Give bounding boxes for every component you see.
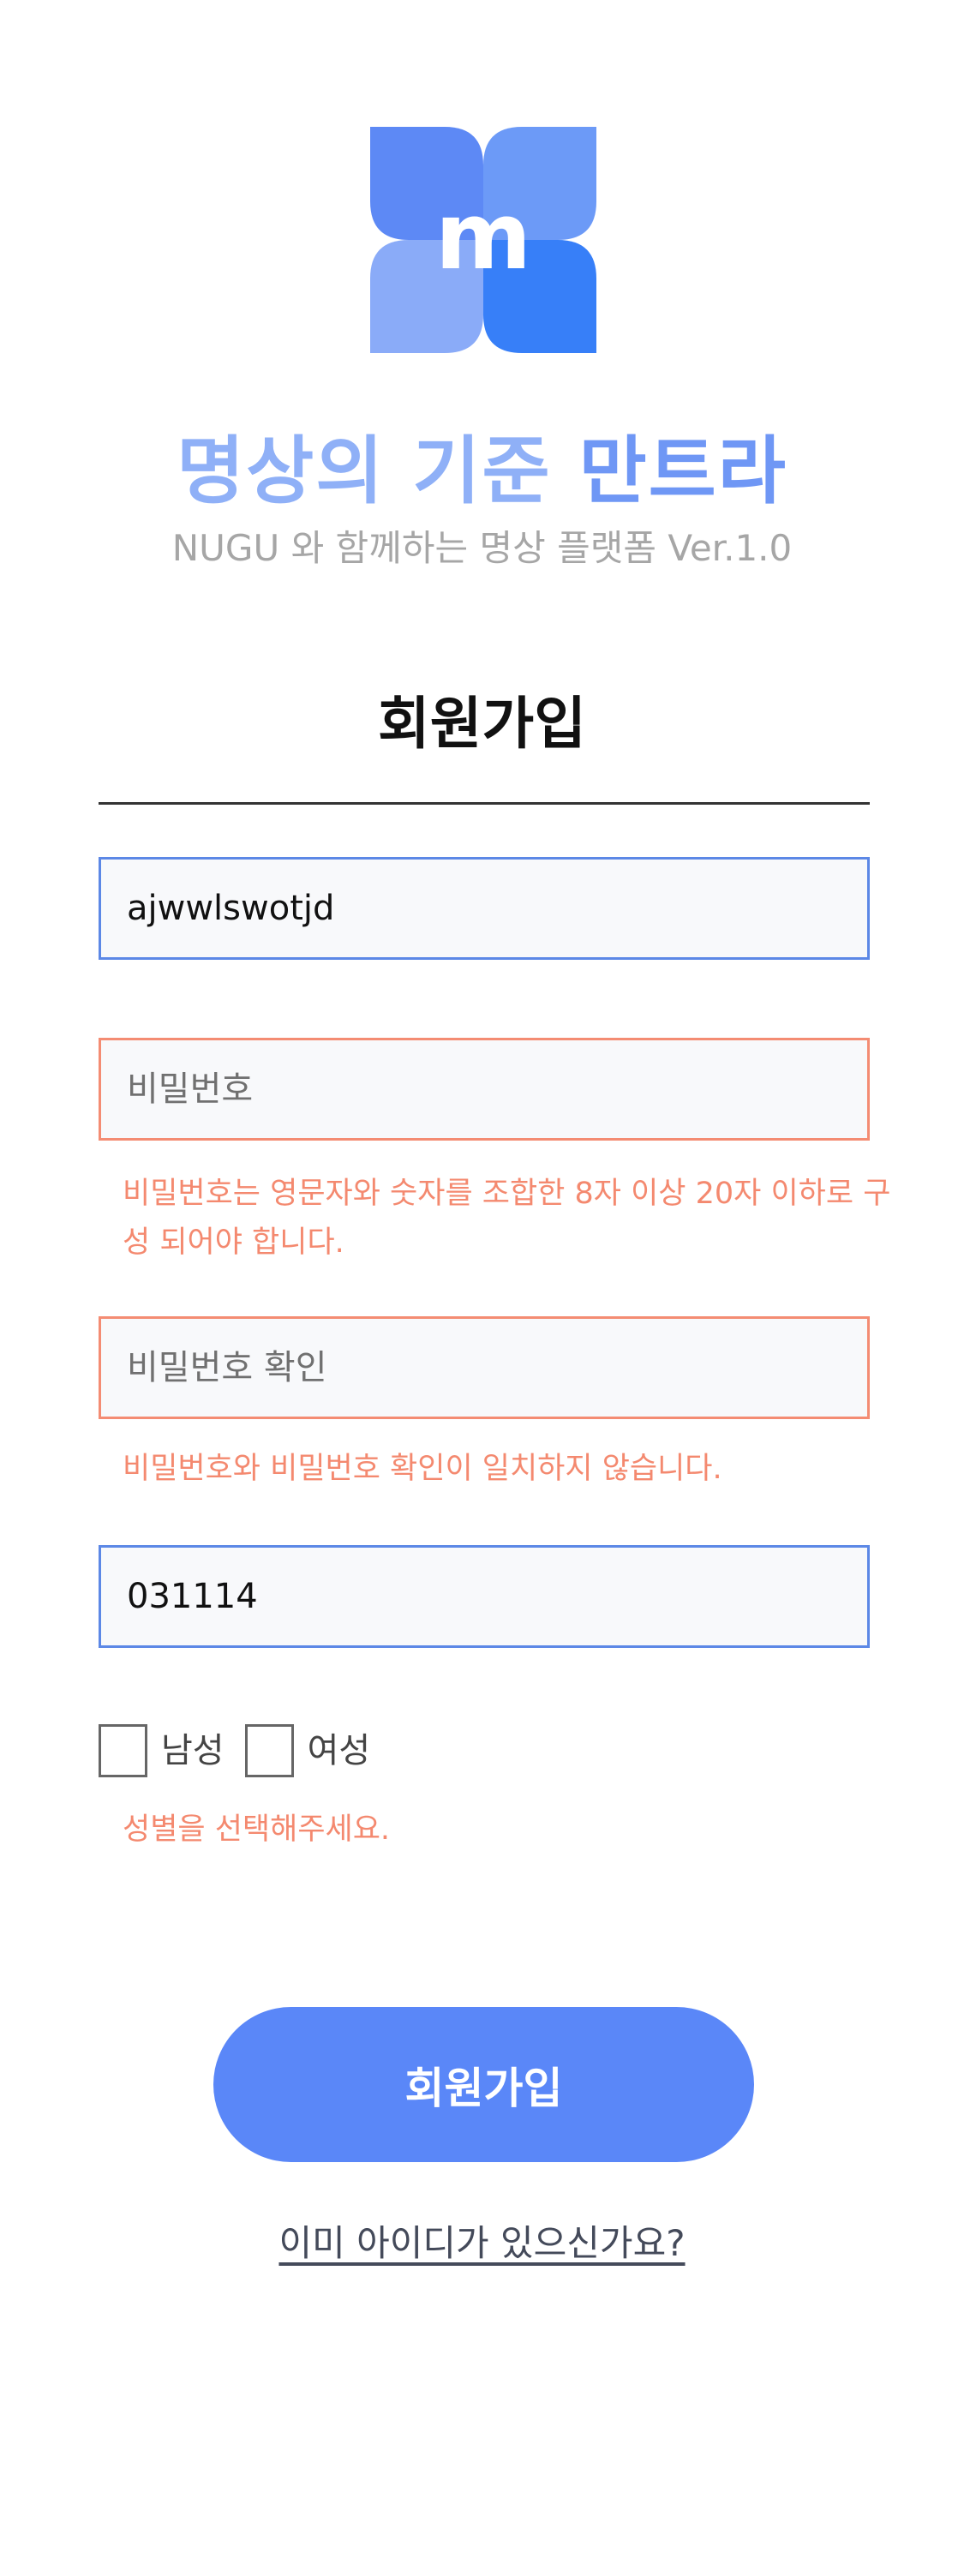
gender-selector: 남성 여성 xyxy=(99,1724,391,1777)
brand-subtitle: NUGU 와 함께하는 명상 플랫폼 Ver.1.0 xyxy=(171,527,793,569)
heading-divider xyxy=(99,802,870,805)
password-confirm-input[interactable] xyxy=(99,1316,870,1419)
password-confirm-error-message: 비밀번호와 비밀번호 확인이 일치하지 않습니다. xyxy=(123,1452,722,1486)
brand-title: 명상의 기준 만트라 xyxy=(0,424,964,518)
male-checkbox[interactable] xyxy=(99,1724,147,1777)
password-error-message: 비밀번호는 영문자와 숫자를 조합한 8자 이상 20자 이하로 구성 되어야 … xyxy=(123,1177,891,1260)
brand-title-part2: 만트라 xyxy=(578,428,787,514)
male-label[interactable]: 남성 xyxy=(161,1724,225,1777)
login-link[interactable]: 이미 아이디가 있으신가요? xyxy=(0,2218,964,2269)
page-title: 회원가입 xyxy=(378,691,586,757)
id-input[interactable] xyxy=(99,857,870,960)
logo-letter: m xyxy=(435,183,532,291)
signup-button[interactable]: 회원가입 xyxy=(213,2007,754,2162)
brand-logo: m xyxy=(370,127,596,353)
female-checkbox[interactable] xyxy=(244,1724,294,1777)
brand-title-part1: 명상의 기준 xyxy=(177,428,552,514)
password-input[interactable] xyxy=(99,1038,870,1141)
gender-error-message: 성별을 선택해주세요. xyxy=(123,1812,391,1847)
birthdate-input[interactable] xyxy=(99,1545,870,1648)
female-label[interactable]: 여성 xyxy=(308,1724,371,1777)
